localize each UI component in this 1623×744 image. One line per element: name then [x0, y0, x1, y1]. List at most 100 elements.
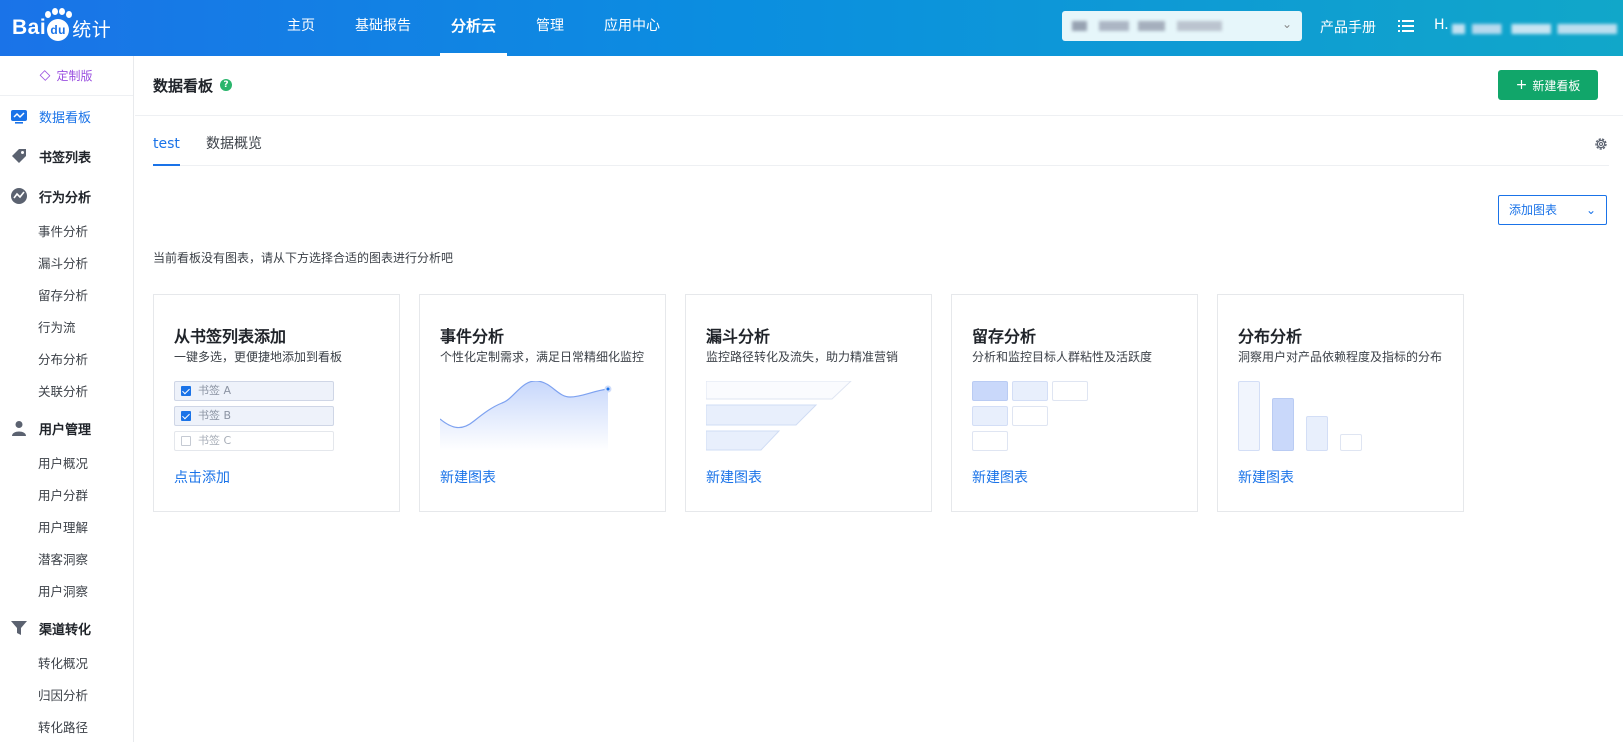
card-distribution-analysis[interactable]: 分布分析 洞察用户对产品依赖程度及指标的分布 新建图表: [1217, 294, 1464, 512]
add-chart-label: 添加图表: [1509, 203, 1558, 217]
click-add-link[interactable]: 点击添加: [174, 467, 230, 487]
grid-cell: [1012, 406, 1048, 426]
diamond-icon: [40, 70, 51, 81]
sidebar-item-user-insight[interactable]: 用户洞察: [0, 576, 133, 608]
card-desc: 监控路径转化及流失，助力精准营销: [706, 350, 899, 364]
new-chart-link[interactable]: 新建图表: [706, 467, 762, 487]
site-selector[interactable]: ⌄: [1062, 11, 1302, 41]
bookmark-row: 书签 B: [174, 406, 334, 426]
main-content: 数据看板 ? + 新建看板 test 数据概览 添加图表 ⌄ 当前看板没有图表，…: [135, 56, 1623, 742]
new-chart-link[interactable]: 新建图表: [1238, 467, 1294, 487]
sidebar: 定制版 数据看板 书签列表 行为分析 事件分析 漏斗分析 留存分析 行为流 分布…: [0, 56, 134, 742]
tab-data-overview[interactable]: 数据概览: [206, 132, 262, 166]
bookmark-label: 书签 A: [198, 384, 232, 397]
sidebar-item-label: 书签列表: [39, 150, 92, 166]
bookmark-row: 书签 C: [174, 431, 334, 451]
checkbox-empty-icon: [181, 436, 191, 446]
page-title: 数据看板: [153, 77, 214, 95]
card-desc: 个性化定制需求，满足日常精细化监控: [440, 350, 645, 364]
user-menu[interactable]: H.: [1434, 17, 1449, 33]
sidebar-item-label: 渠道转化: [39, 622, 92, 638]
nav-manage[interactable]: 管理: [525, 0, 575, 56]
dashboard-icon: [11, 110, 27, 124]
chevron-down-icon: ⌄: [1281, 17, 1292, 31]
sidebar-item-user-segments[interactable]: 用户分群: [0, 480, 133, 512]
new-chart-link[interactable]: 新建图表: [440, 467, 496, 487]
new-board-label: 新建看板: [1532, 78, 1581, 93]
sidebar-item-label: 数据看板: [39, 110, 92, 126]
sidebar-item-user-management[interactable]: 用户管理: [0, 408, 133, 448]
distribution-bars-illustration: [1238, 381, 1448, 451]
sidebar-item-prospect-insight[interactable]: 潜客洞察: [0, 544, 133, 576]
line-chart-illustration: [440, 381, 612, 451]
sidebar-item-conversion-overview[interactable]: 转化概况: [0, 648, 133, 680]
card-retention-analysis[interactable]: 留存分析 分析和监控目标人群粘性及活跃度 新建图表: [951, 294, 1198, 512]
bar: [1306, 416, 1328, 451]
nav-home[interactable]: 主页: [276, 0, 326, 56]
board-tabs: test 数据概览: [153, 132, 1609, 166]
bookmark-label: 书签 B: [198, 409, 232, 422]
card-desc: 一键多选，更便捷地添加到看板: [174, 350, 343, 364]
sidebar-item-user-understanding[interactable]: 用户理解: [0, 512, 133, 544]
card-funnel-analysis[interactable]: 漏斗分析 监控路径转化及流失，助力精准营销 新建图表: [685, 294, 932, 512]
nav-analysis-cloud[interactable]: 分析云: [440, 0, 508, 56]
nav-basic-reports[interactable]: 基础报告: [344, 0, 422, 56]
new-board-button[interactable]: + 新建看板: [1498, 70, 1598, 100]
tag-icon: [12, 149, 26, 163]
bar: [1340, 434, 1362, 451]
trend-icon: [11, 188, 27, 204]
grid-cell: [972, 381, 1008, 401]
card-desc: 分析和监控目标人群粘性及活跃度: [972, 350, 1153, 364]
sidebar-item-funnel-analysis[interactable]: 漏斗分析: [0, 248, 133, 280]
bookmark-row: 书签 A: [174, 381, 334, 401]
user-icon: [12, 421, 26, 436]
checkbox-checked-icon: [181, 386, 191, 396]
edition-badge[interactable]: 定制版: [0, 56, 133, 96]
bookmark-label: 书签 C: [198, 434, 232, 447]
sidebar-item-correlation-analysis[interactable]: 关联分析: [0, 376, 133, 408]
card-title: 留存分析: [972, 327, 1037, 346]
empty-board-tip: 当前看板没有图表，请从下方选择合适的图表进行分析吧: [153, 251, 454, 265]
add-chart-dropdown[interactable]: 添加图表 ⌄: [1498, 195, 1607, 225]
sidebar-item-retention-analysis[interactable]: 留存分析: [0, 280, 133, 312]
grid-cell: [972, 406, 1008, 426]
chevron-down-icon: ⌄: [1585, 203, 1596, 217]
sidebar-item-bookmarks[interactable]: 书签列表: [0, 136, 133, 176]
grid-cell: [1052, 381, 1088, 401]
sidebar-item-event-analysis[interactable]: 事件分析: [0, 216, 133, 248]
sidebar-item-behavior-analysis[interactable]: 行为分析: [0, 176, 133, 216]
card-add-from-bookmarks[interactable]: 从书签列表添加 一键多选，更便捷地添加到看板 书签 A 书签 B 书签 C 点击…: [153, 294, 400, 512]
baidu-tongji-logo[interactable]: Bai du 统计: [12, 8, 111, 46]
main-nav: 主页 基础报告 分析云 管理 应用中心: [276, 0, 689, 56]
sidebar-item-attribution-analysis[interactable]: 归因分析: [0, 680, 133, 712]
funnel-illustration: [706, 381, 852, 451]
new-chart-link[interactable]: 新建图表: [972, 467, 1028, 487]
sidebar-item-label: 行为分析: [39, 190, 92, 206]
top-bar: Bai du 统计 主页 基础报告 分析云 管理 应用中心 ⌄ 产品手册 H.: [0, 0, 1623, 56]
bookmark-preview: 书签 A 书签 B 书签 C: [174, 381, 384, 451]
sidebar-item-dashboard[interactable]: 数据看板: [0, 96, 133, 136]
sidebar-item-distribution-analysis[interactable]: 分布分析: [0, 344, 133, 376]
tab-test[interactable]: test: [153, 132, 180, 166]
list-icon[interactable]: [1398, 18, 1414, 34]
card-title: 从书签列表添加: [174, 327, 287, 346]
bar: [1238, 381, 1260, 451]
sidebar-item-behavior-flow[interactable]: 行为流: [0, 312, 133, 344]
nav-app-center[interactable]: 应用中心: [593, 0, 671, 56]
product-manual-link[interactable]: 产品手册: [1320, 17, 1376, 37]
grid-cell: [972, 431, 1008, 451]
retention-grid-illustration: [972, 381, 1182, 451]
sidebar-item-user-overview[interactable]: 用户概况: [0, 448, 133, 480]
card-desc: 洞察用户对产品依赖程度及指标的分布: [1238, 350, 1443, 364]
card-event-analysis[interactable]: 事件分析 个性化定制需求，满足日常精细化监控 新建图表: [419, 294, 666, 512]
edition-label: 定制版: [56, 69, 93, 83]
grid-cell: [1012, 381, 1048, 401]
logo-du: du: [47, 19, 70, 41]
plus-icon: +: [1515, 77, 1528, 93]
help-icon[interactable]: ?: [220, 79, 232, 91]
sidebar-item-label: 用户管理: [39, 422, 92, 438]
sidebar-item-conversion-path[interactable]: 转化路径: [0, 712, 133, 744]
gear-icon[interactable]: [1593, 136, 1609, 152]
site-name-redacted: [1072, 21, 1222, 31]
sidebar-item-channel-conversion[interactable]: 渠道转化: [0, 608, 133, 648]
